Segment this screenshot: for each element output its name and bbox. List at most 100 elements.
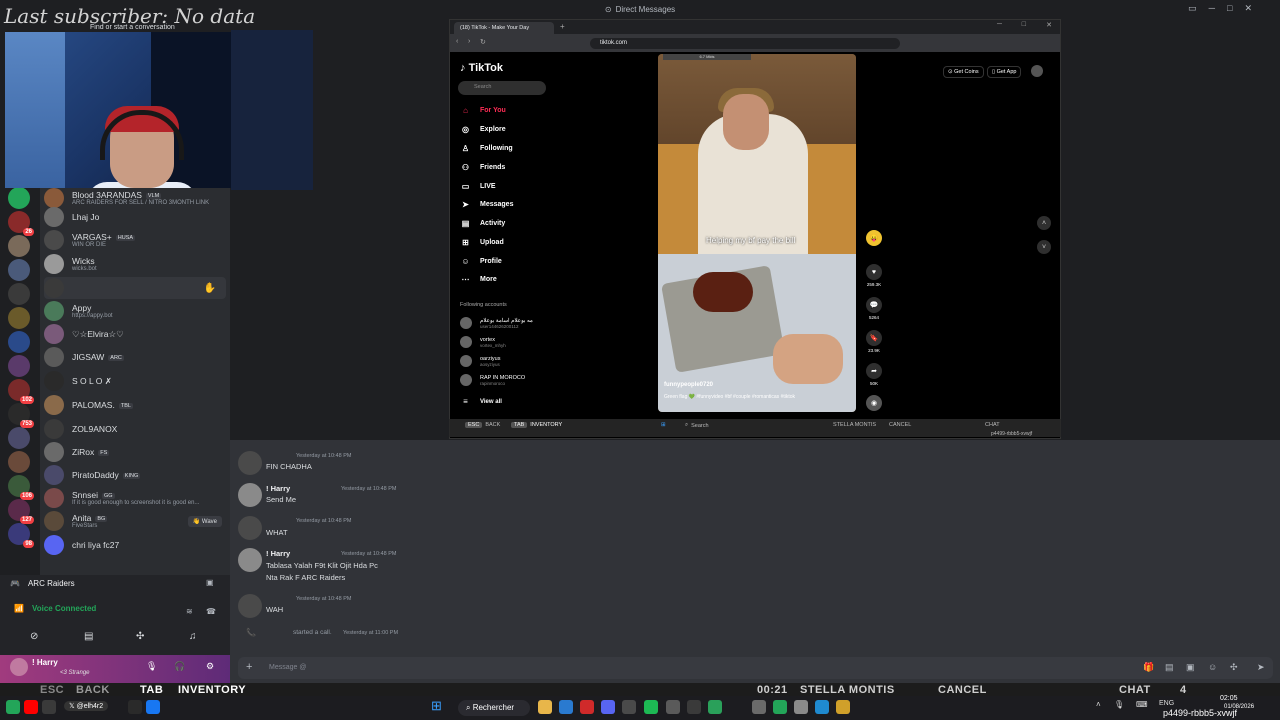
server-icon[interactable] [8, 259, 30, 281]
server-icon[interactable]: 106 [8, 475, 34, 500]
sound-disc[interactable]: ◉ [865, 395, 883, 413]
browser-minimize[interactable]: ─ [997, 21, 1002, 28]
sheets-icon[interactable] [708, 700, 722, 714]
message-author[interactable]: ! Harry [266, 549, 290, 558]
youtube-icon[interactable] [24, 700, 38, 714]
close-button[interactable]: ✕ [1244, 3, 1252, 14]
dm-item[interactable]: JIGSAW ARC [44, 346, 226, 368]
nav-explore[interactable]: ◎ Explore [461, 125, 506, 134]
settings-gear-icon[interactable]: ⚙ [206, 661, 214, 672]
dm-item[interactable]: VARGAS+ HUSA WIN OR DIE [44, 229, 226, 251]
find-conversation-input[interactable]: Find or start a conversation [90, 24, 175, 31]
dm-item[interactable]: ZOL9ANOX [44, 418, 226, 440]
dm-item[interactable]: S O L O ✗ [44, 370, 226, 392]
back-icon[interactable]: ‹ [456, 38, 458, 45]
server-icon[interactable] [8, 187, 30, 209]
dm-item[interactable]: PALOMAS. TBL [44, 394, 226, 416]
headphones-icon[interactable]: 🎧 [174, 661, 185, 672]
server-icon[interactable] [8, 355, 30, 377]
activities-icon[interactable]: ✣ [136, 631, 144, 642]
server-icon[interactable] [8, 307, 30, 329]
spotify-icon[interactable] [644, 700, 658, 714]
add-attachment-icon[interactable]: + [246, 661, 252, 673]
server-icon[interactable] [8, 331, 30, 353]
server-icon[interactable]: 26 [8, 211, 34, 236]
noise-suppression-icon[interactable]: ≋ [186, 607, 193, 616]
obs-play-icon[interactable] [773, 700, 787, 714]
settings-icon[interactable] [666, 700, 680, 714]
nav-messages[interactable]: ➤ Messages [461, 200, 513, 209]
app-icon[interactable] [752, 700, 766, 714]
keyboard-icon[interactable]: ⌨ [1136, 700, 1148, 709]
screen-icon[interactable]: ▤ [84, 631, 93, 642]
facebook-icon[interactable] [146, 700, 160, 714]
server-icon[interactable] [8, 427, 30, 449]
following-account[interactable]: oarziyus aosyziyus [460, 355, 500, 367]
nav-for-you[interactable]: ⌂ For You [461, 106, 506, 115]
streamlabs-icon[interactable] [6, 700, 20, 714]
dm-item[interactable]: Snnsei GG If it is good enough to screensh… [44, 487, 226, 509]
following-account[interactable]: مه بوعلام اسامة بوعلام user144626200112 [460, 317, 533, 329]
new-tab-button[interactable]: + [560, 22, 565, 31]
comment-button[interactable]: 💬 5264 [865, 297, 883, 320]
edge-icon[interactable] [815, 700, 829, 714]
following-account[interactable]: vortex vortex_mhyh [460, 336, 506, 348]
server-icon[interactable] [8, 235, 30, 257]
app-icon[interactable] [836, 700, 850, 714]
message-input[interactable]: + Message @ 🎁 ▤ ▣ ☺ ✣ ➤ [238, 657, 1273, 679]
maximize-button[interactable]: □ [1227, 3, 1232, 14]
message-author[interactable]: ! Harry [266, 484, 290, 493]
app-icon[interactable] [794, 700, 808, 714]
dm-item[interactable]: Wicks wicks.bot [44, 253, 226, 275]
browser-maximize[interactable]: □ [1022, 21, 1026, 28]
previous-video-button[interactable]: ˄ [1037, 216, 1051, 230]
app-icon[interactable] [622, 700, 636, 714]
nav-profile[interactable]: ☺ Profile [461, 257, 501, 266]
sticker-icon[interactable]: ▣ [1186, 662, 1195, 673]
soundboard-icon[interactable]: ♫ [189, 631, 197, 642]
language-indicator[interactable]: ENG [1159, 700, 1174, 707]
server-icon[interactable]: 102 [8, 379, 34, 404]
get-coins-button[interactable]: ⊙ Get Coins [943, 66, 984, 78]
dm-item[interactable]: chri liya fc27 [44, 534, 226, 556]
gif-icon[interactable]: ▤ [1165, 662, 1174, 673]
tiktok-search[interactable]: Search [458, 81, 546, 95]
address-bar[interactable]: tiktok.com [590, 38, 900, 49]
nav-live[interactable]: ▭ LIVE [461, 182, 496, 191]
opera-icon[interactable] [580, 700, 594, 714]
inbox-icon[interactable]: ▭ [1188, 3, 1197, 14]
video-author[interactable]: funnypeople0720 [664, 382, 713, 388]
screen-share-icon[interactable]: ▣ [206, 578, 214, 587]
server-icon[interactable]: 127 [8, 499, 34, 524]
send-icon[interactable]: ➤ [1257, 662, 1265, 673]
dm-item[interactable]: Anita BG FiveStars 👋 Wave [44, 510, 226, 532]
gift-icon[interactable]: 🎁 [1143, 662, 1154, 673]
following-account[interactable]: RAP IN MOROCO rapinmoroco [460, 374, 525, 386]
vscode-icon[interactable] [559, 700, 573, 714]
tiktok-logo[interactable]: ♪ TikTok [460, 62, 503, 74]
clock-time[interactable]: 02:05 [1220, 695, 1238, 702]
creator-avatar[interactable]: 😛 [865, 230, 883, 248]
terminal-icon[interactable] [687, 700, 701, 714]
profile-avatar[interactable] [1031, 65, 1043, 77]
reload-icon[interactable]: ↻ [480, 38, 486, 46]
nav-friends[interactable]: ⚇ Friends [461, 163, 505, 172]
windows-start-icon[interactable]: ⊞ [661, 422, 666, 428]
minimize-button[interactable]: ─ [1209, 3, 1215, 14]
nav-upload[interactable]: ⊞ Upload [461, 238, 504, 247]
share-button[interactable]: ➦ 50K [865, 363, 883, 386]
emoji-icon[interactable]: ☺ [1208, 662, 1217, 672]
windows-start-icon[interactable]: ⊞ [431, 698, 442, 714]
nav-following[interactable]: ♙ Following [461, 144, 513, 153]
server-icon[interactable] [8, 283, 30, 305]
browser-tab[interactable]: (18) TikTok - Make Your Day [454, 22, 554, 34]
dm-item[interactable]: Lhaj Jo [44, 206, 226, 228]
server-icon[interactable]: 98 [8, 523, 34, 548]
mic-icon[interactable]: 🎙 [146, 661, 157, 672]
browser-close[interactable]: ✕ [1046, 21, 1052, 29]
wave-button[interactable]: 👋 Wave [187, 515, 222, 527]
kick-icon[interactable] [42, 700, 56, 714]
view-all-link[interactable]: ≡ View all [461, 397, 502, 406]
discord-icon[interactable] [601, 700, 615, 714]
forward-icon[interactable]: › [468, 38, 470, 45]
